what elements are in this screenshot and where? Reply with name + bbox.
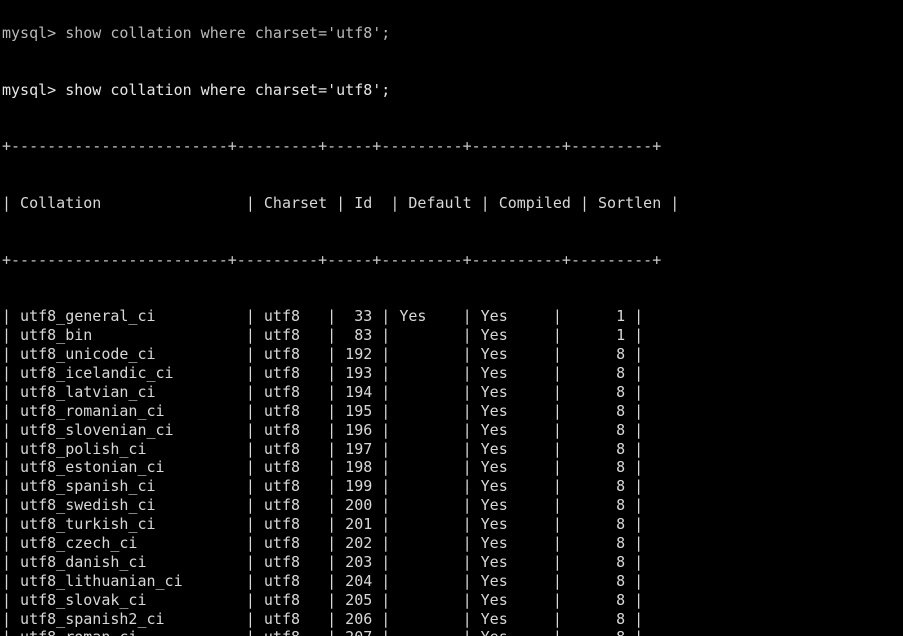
table-row: | utf8_polish_ci | utf8 | 197 | | Yes | … bbox=[2, 439, 644, 458]
table-header-border: +------------------------+---------+----… bbox=[2, 250, 662, 269]
table-body: | utf8_general_ci | utf8 | 33 | Yes | Ye… bbox=[2, 307, 903, 636]
terminal-window[interactable]: mysql> show collation where charset='utf… bbox=[0, 0, 903, 636]
table-row: | utf8_roman_ci | utf8 | 207 | | Yes | 8… bbox=[2, 628, 903, 636]
table-row: | utf8_slovenian_ci | utf8 | 196 | | Yes… bbox=[2, 420, 644, 439]
table-row: | utf8_bin | utf8 | 83 | | Yes | 1 | bbox=[2, 326, 644, 345]
table-row: | utf8_unicode_ci | utf8 | 192 | | Yes |… bbox=[2, 345, 644, 364]
table-row: | utf8_lithuanian_ci | utf8 | 204 | | Ye… bbox=[2, 571, 644, 590]
table-row: | utf8_latvian_ci | utf8 | 194 | | Yes |… bbox=[2, 382, 644, 401]
prompt-command-line: mysql> show collation where charset='utf… bbox=[2, 80, 391, 99]
table-row: | utf8_icelandic_ci | utf8 | 193 | | Yes… bbox=[2, 364, 644, 382]
table-top-border: +------------------------+---------+----… bbox=[2, 137, 662, 156]
table-row: | utf8_general_ci | utf8 | 33 | Yes | Ye… bbox=[2, 307, 644, 326]
table-row: | utf8_spanish_ci | utf8 | 199 | | Yes |… bbox=[2, 477, 644, 496]
table-row: | utf8_czech_ci | utf8 | 202 | | Yes | 8… bbox=[2, 534, 644, 553]
table-row: | utf8_estonian_ci | utf8 | 198 | | Yes … bbox=[2, 458, 644, 477]
table-row: | utf8_romanian_ci | utf8 | 195 | | Yes … bbox=[2, 401, 644, 420]
terminal-scroll-region: mysql> show collation where charset='utf… bbox=[2, 0, 903, 636]
table-row: | utf8_slovak_ci | utf8 | 205 | | Yes | … bbox=[2, 590, 644, 609]
table-row: | utf8_swedish_ci | utf8 | 200 | | Yes |… bbox=[2, 496, 644, 515]
table-row: | utf8_danish_ci | utf8 | 203 | | Yes | … bbox=[2, 552, 644, 571]
table-row: | utf8_turkish_ci | utf8 | 201 | | Yes |… bbox=[2, 515, 644, 534]
table-header-row: | Collation | Charset | Id | Default | C… bbox=[2, 193, 680, 212]
table-row: | utf8_spanish2_ci | utf8 | 206 | | Yes … bbox=[2, 609, 644, 628]
clipped-previous-line: mysql> show collation where charset='utf… bbox=[2, 23, 391, 42]
